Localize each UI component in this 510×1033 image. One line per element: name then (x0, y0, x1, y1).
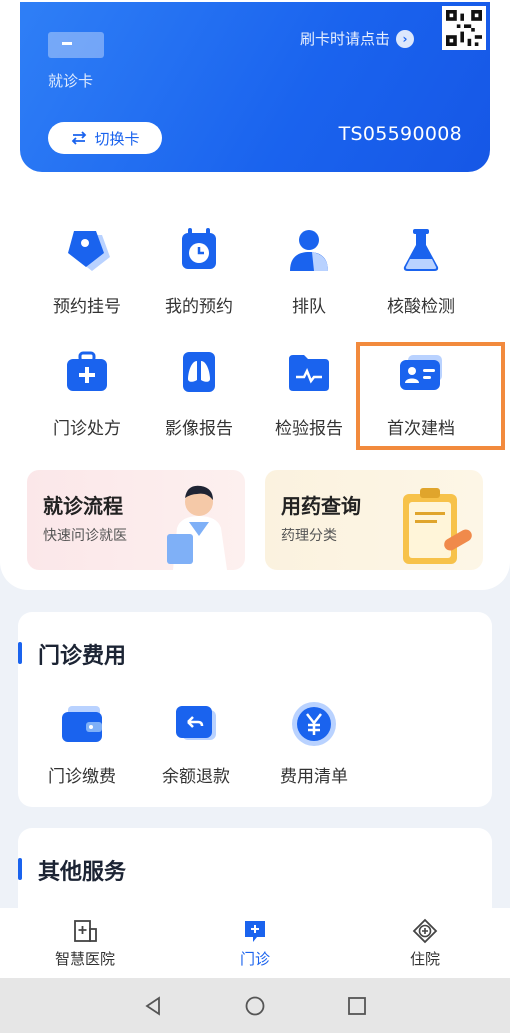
nav-label: 住院 (409, 950, 440, 968)
section-outpatient-fees: 门诊费用 门诊缴费 余额退款 费用清单 (17, 612, 492, 807)
clinic-icon (245, 921, 265, 942)
nav-inpatient[interactable]: 住院 (340, 908, 510, 978)
function-outpatient-prescription[interactable]: 门诊处方 (37, 340, 137, 450)
section-title: 其他服务 (17, 854, 126, 886)
function-label: 门诊处方 (53, 419, 121, 439)
function-label: 检验报告 (275, 419, 343, 439)
back-triangle-icon[interactable] (142, 995, 164, 1017)
promo-title: 就诊流程 (43, 494, 123, 518)
refund-icon (172, 700, 220, 752)
tag-icon (59, 222, 115, 278)
folder-pulse-icon (281, 344, 337, 400)
doctor-illustration-icon (167, 485, 227, 570)
card-number: TS05590008 (338, 123, 462, 145)
medical-kit-icon (59, 344, 115, 400)
wallet-icon (58, 700, 106, 752)
hospital-icon (74, 920, 97, 942)
fee-item-outpatient-payment[interactable]: 门诊缴费 (34, 700, 130, 787)
promo-title: 用药查询 (281, 494, 361, 518)
highlight-box (356, 342, 505, 450)
qr-code-icon[interactable] (442, 6, 486, 50)
switch-card-label: 切换卡 (94, 129, 140, 148)
function-nucleic-acid-test[interactable]: 核酸检测 (371, 218, 471, 328)
function-queue[interactable]: 排队 (259, 218, 359, 328)
function-my-appointments[interactable]: 我的预约 (149, 218, 249, 328)
function-lab-report[interactable]: 检验报告 (259, 340, 359, 450)
function-label: 预约挂号 (53, 297, 121, 317)
function-label: 我的预约 (165, 297, 233, 317)
function-label: 排队 (292, 297, 326, 317)
yen-icon (290, 700, 338, 752)
lungs-icon (171, 344, 227, 400)
switch-arrows-icon (72, 131, 87, 145)
inpatient-icon (412, 918, 438, 944)
fee-item-fee-list[interactable]: 费用清单 (266, 700, 362, 787)
patient-card[interactable]: 就诊卡 刷卡时请点击 › 切换卡 TS05590008 (20, 2, 490, 172)
tap-hint-label: 刷卡时请点击 (299, 30, 390, 48)
home-circle-icon[interactable] (244, 995, 266, 1017)
bottom-navigation: 智慧医院 门诊 住院 (0, 908, 510, 978)
promo-visit-process[interactable]: 就诊流程 快速问诊就医 (27, 470, 245, 570)
nav-smart-hospital[interactable]: 智慧医院 (0, 908, 170, 978)
function-label: 核酸检测 (387, 297, 455, 317)
nav-label: 门诊 (239, 950, 270, 968)
patient-name-masked (48, 32, 104, 58)
fee-item-label: 余额退款 (162, 767, 230, 787)
promo-drug-query[interactable]: 用药查询 药理分类 (265, 470, 483, 570)
function-appointment-registration[interactable]: 预约挂号 (37, 218, 137, 328)
function-label: 影像报告 (165, 419, 233, 439)
nav-outpatient[interactable]: 门诊 (170, 908, 340, 978)
person-icon (281, 222, 337, 278)
fee-item-balance-refund[interactable]: 余额退款 (148, 700, 244, 787)
card-type-label: 就诊卡 (48, 72, 94, 90)
clipboard-pill-illustration-icon (403, 488, 472, 564)
system-navigation-bar (0, 978, 510, 1033)
section-title: 门诊费用 (17, 638, 126, 670)
fee-item-label: 费用清单 (280, 767, 348, 787)
promo-subtitle: 药理分类 (281, 528, 337, 544)
recents-square-icon[interactable] (346, 995, 368, 1017)
fee-item-label: 门诊缴费 (48, 767, 116, 787)
promo-subtitle: 快速问诊就医 (43, 528, 127, 544)
calendar-clock-icon (171, 222, 227, 278)
tap-hint[interactable]: 刷卡时请点击 › (300, 28, 414, 49)
chevron-right-icon: › (396, 29, 414, 48)
nav-label: 智慧医院 (54, 950, 115, 968)
function-imaging-report[interactable]: 影像报告 (149, 340, 249, 450)
switch-card-button[interactable]: 切换卡 (48, 122, 162, 154)
flask-icon (393, 222, 449, 278)
